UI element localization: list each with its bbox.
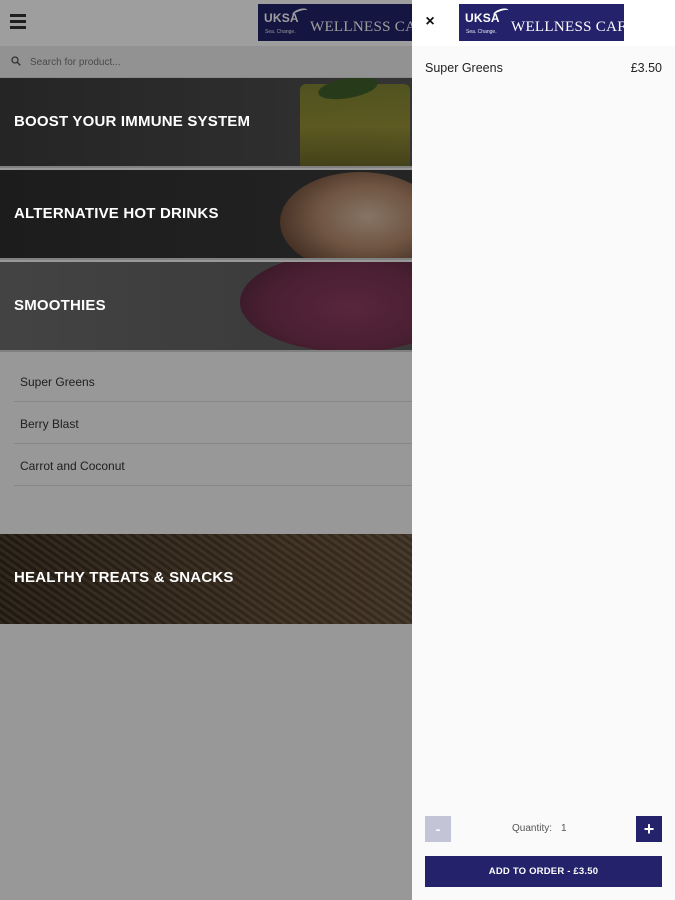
product-drawer: × UKSA Sea. Change. WELLNESS CAFÉ Super … [412, 0, 675, 900]
category-label: ALTERNATIVE HOT DRINKS [14, 205, 219, 222]
decrease-quantity-button[interactable]: - [425, 816, 451, 842]
category-label: HEALTHY TREATS & SNACKS [14, 569, 234, 586]
category-label: SMOOTHIES [14, 297, 106, 314]
quantity-label: Quantity: [512, 823, 553, 834]
item-name: Super Greens [425, 61, 503, 75]
quantity-value: 1 [561, 823, 567, 834]
logo-name: WELLNESS CAFÉ [511, 19, 624, 35]
drawer-header: × UKSA Sea. Change. WELLNESS CAFÉ [412, 0, 675, 46]
cafe-logo: UKSA Sea. Change. WELLNESS CAFÉ [459, 4, 624, 41]
item-price: £3.50 [630, 61, 662, 75]
logo-swoosh-icon [492, 6, 510, 20]
add-to-order-button[interactable]: ADD TO ORDER - £3.50 [425, 856, 662, 887]
logo-tagline: Sea. Change. [466, 29, 497, 35]
close-icon[interactable]: × [423, 14, 437, 30]
category-label: BOOST YOUR IMMUNE SYSTEM [14, 113, 251, 130]
increase-quantity-button[interactable]: + [636, 816, 662, 842]
